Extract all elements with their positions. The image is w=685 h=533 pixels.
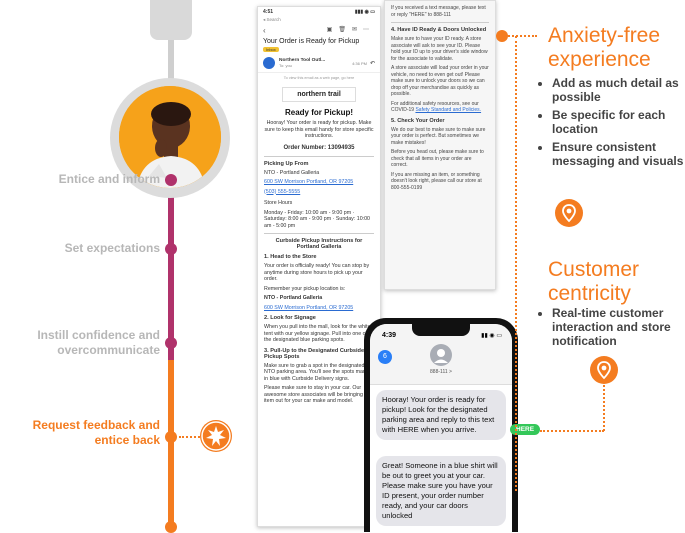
step5-text3: If you are missing an item, or something… [391,171,482,191]
timeline-track-current [168,360,174,532]
stage-label-entice: Entice and inform [58,172,160,186]
step1-address[interactable]: 600 SW Morrison Portland, OR 97205 [264,305,374,312]
brand-logo: northern trail [282,87,356,102]
section1-title: Anxiety-free experience [548,24,661,71]
step4-text3: For additional safety resources, see our… [391,101,489,114]
email-screenshot-1: 4:51 ▮▮▮ ◉ ▭ ◂ Search ‹ ▣🗑✉⋯ Your Order … [257,6,381,527]
stage-dot-entice [165,174,177,186]
star-burst-icon [201,421,231,451]
email-intro: Hooray! Your order is ready for pickup. … [264,120,374,139]
back-chevron-icon[interactable]: ‹ [263,26,266,35]
mail-icon[interactable]: ✉ [352,27,363,33]
curbside-title: Curbside Pickup Instructions for Portlan… [275,238,363,250]
connector-phone [540,430,604,432]
step1-title: 1. Head to the Store [264,254,317,260]
stage-dot-feedback [165,431,177,443]
step3-text2: Please make sure to stay in your car. Ou… [264,385,371,404]
email-toolbar: ‹ ▣🗑✉⋯ [258,23,380,38]
location-pin-icon [555,199,583,227]
section1-list: Add as much detail as possible Be specif… [542,76,685,168]
picking-from-title: Picking Up From [264,160,309,167]
back-count: 6 [383,353,387,360]
store-phone[interactable]: (503) 555-5555 [264,189,374,196]
sms-incoming-2: Great! Someone in a blue shirt will be o… [376,456,506,526]
email2-top-text: If you received a text message, please t… [391,5,486,18]
step5-text: We do our best to make sure to make sure… [391,126,486,146]
timeline-track-active [168,175,174,360]
sender-to: To: you [279,63,292,68]
connector-phone-up [603,385,605,431]
phone-screen: 4:39 ▮▮ ◉ ▭ 6 888-111 > Hooray! Your ord… [370,324,512,532]
step1-store: NTO - Portland Galleria [264,295,323,301]
section1-bullet: Add as much detail as possible [552,76,685,104]
email-screenshot-2: If you received a text message, please t… [384,0,496,290]
email-status-bar: 4:51 ▮▮▮ ◉ ▭ [258,7,380,17]
step4-text2: A store associate will load your order i… [391,65,489,97]
reply-icon[interactable]: ↶ [370,60,375,67]
step5-title: 5. Check Your Order [391,117,445,124]
safety-link[interactable]: Safety Standard and Policies. [415,107,481,113]
step1-text2: Remember your pickup location is: [264,285,346,292]
contact-number[interactable]: 888-111 > [370,369,512,375]
inbox-badge[interactable]: Inbox [263,47,279,52]
phone-notch [412,324,470,336]
brand-name: northern trail [297,91,341,98]
step3-text: Make sure to grab a spot in the designat… [264,362,374,382]
connector-email-dot [496,30,508,42]
stage-dot-bottom [165,521,177,533]
section2-list: Real-time customer interaction and store… [542,306,685,348]
step5-text2: Before you head out, please make sure to… [391,149,484,168]
location-pin-icon [590,356,618,384]
store-address[interactable]: 600 SW Morrison Portland, OR 97205 [264,179,374,186]
order-number: Order Number: 13094935 [283,144,355,151]
contact-avatar-icon [430,344,452,366]
step1-text: Your order is officially ready! You can … [264,263,370,282]
feedback-badge [200,420,232,452]
step4-text: Make sure to have your ID ready. A store… [391,36,488,62]
stage-dot-expectations [165,243,177,255]
step2-text: When you pull into the mall, look for th… [264,324,371,343]
section2-bullet: Real-time customer interaction and store… [552,306,685,348]
timeline-cap [150,0,192,40]
stage-label-feedback: Request feedback and entice back [32,418,160,447]
phone-status-icons: ▮▮ ◉ ▭ [481,333,502,339]
view-web-link[interactable]: To view this email as a web page, go her… [258,73,380,83]
archive-icon[interactable]: ▣ [327,27,339,33]
email-subject: Your Order is Ready for Pickup [263,38,360,45]
sender-avatar [263,57,275,69]
sms-incoming-1: Hooray! Your order is ready for pickup! … [376,390,506,440]
section1-bullet: Be specific for each location [552,108,685,136]
step4-title: 4. Have ID Ready & Doors Unlocked [391,27,487,33]
section1-bullet: Ensure consistent messaging and visuals [552,140,685,168]
step3-title: 3. Pull-Up to the Designated Curbside Pi… [264,347,365,360]
step2-title: 2. Look for Signage [264,315,316,321]
stage-dot-confidence [165,337,177,349]
more-icon[interactable]: ⋯ [363,27,375,33]
connector-vertical [515,36,517,491]
stage-label-confidence: Instill confidence and overcommunicate [37,328,160,357]
email-heading: Ready for Pickup! [284,108,353,117]
signal-icon: ▮▮▮ ◉ ▭ [354,9,375,15]
section2-title: Customer centricity [548,258,640,305]
stage-label-expectations: Set expectations [64,241,160,255]
trash-icon[interactable]: 🗑 [338,27,352,33]
store-name: NTO - Portland Galleria [264,169,320,176]
phone-time: 4:39 [382,332,397,339]
sender-time: 4:36 PM [352,60,367,66]
email-sender-row: Northern Tool Outl... To: you 4:36 PM ↶ [258,54,380,73]
store-hours: Monday - Friday: 10:00 am - 9:00 pm · Sa… [264,209,370,229]
store-hours-title: Store Hours [264,200,293,206]
status-time: 4:51 [263,9,274,15]
back-count-badge[interactable]: 6 [378,350,392,364]
